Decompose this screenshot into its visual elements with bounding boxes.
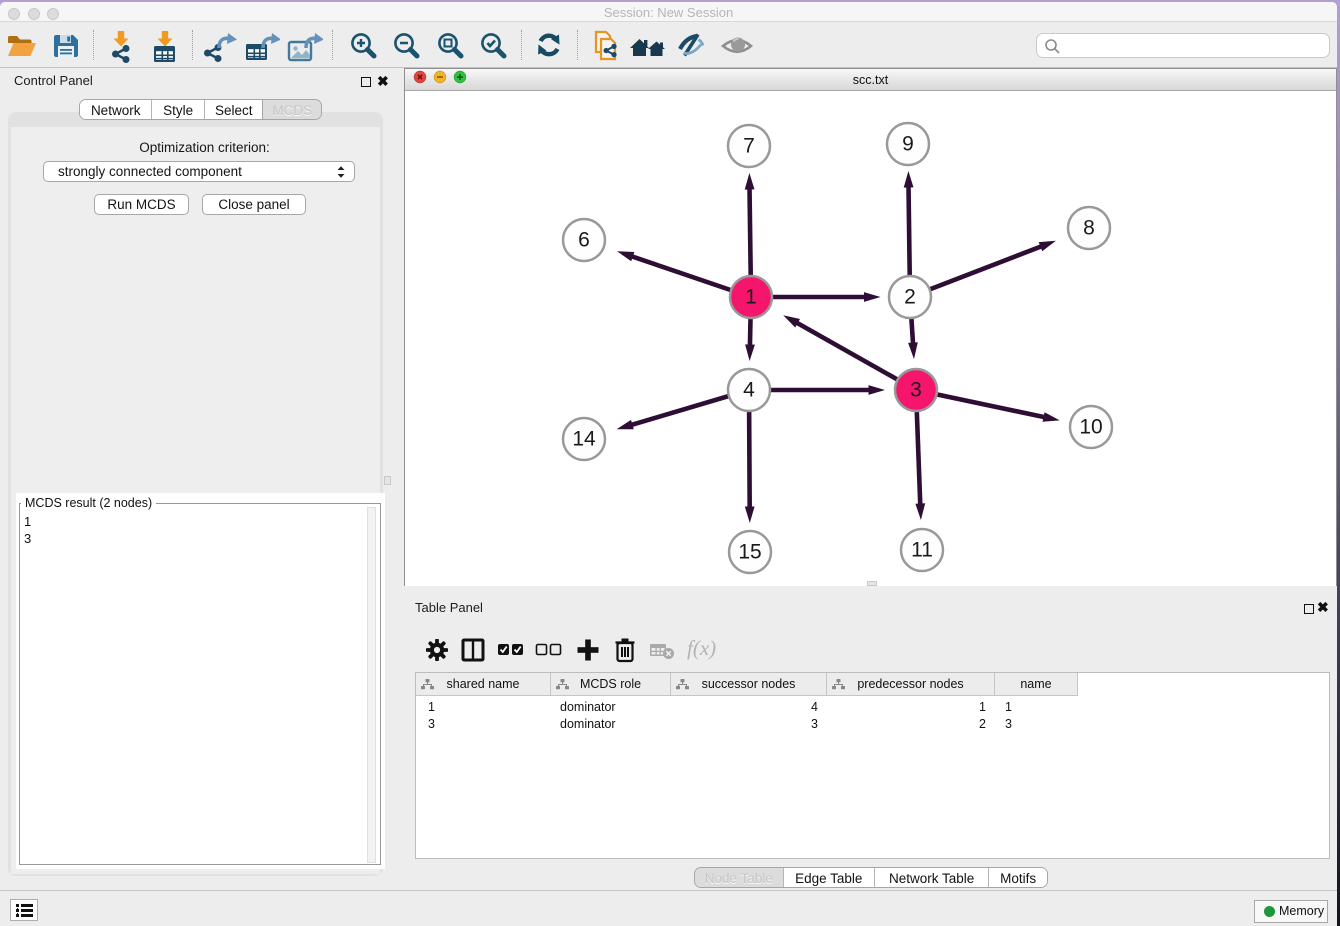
svg-text:11: 11 <box>911 539 933 562</box>
svg-text:15: 15 <box>738 541 761 564</box>
svg-text:2: 2 <box>904 286 916 309</box>
svg-text:10: 10 <box>1079 416 1102 439</box>
svg-text:9: 9 <box>902 133 914 156</box>
svg-text:3: 3 <box>910 379 922 402</box>
svg-text:4: 4 <box>743 379 755 402</box>
svg-text:1: 1 <box>745 286 757 309</box>
svg-text:14: 14 <box>572 428 596 451</box>
svg-text:6: 6 <box>578 229 590 252</box>
svg-text:8: 8 <box>1083 217 1095 240</box>
svg-text:7: 7 <box>743 135 755 158</box>
